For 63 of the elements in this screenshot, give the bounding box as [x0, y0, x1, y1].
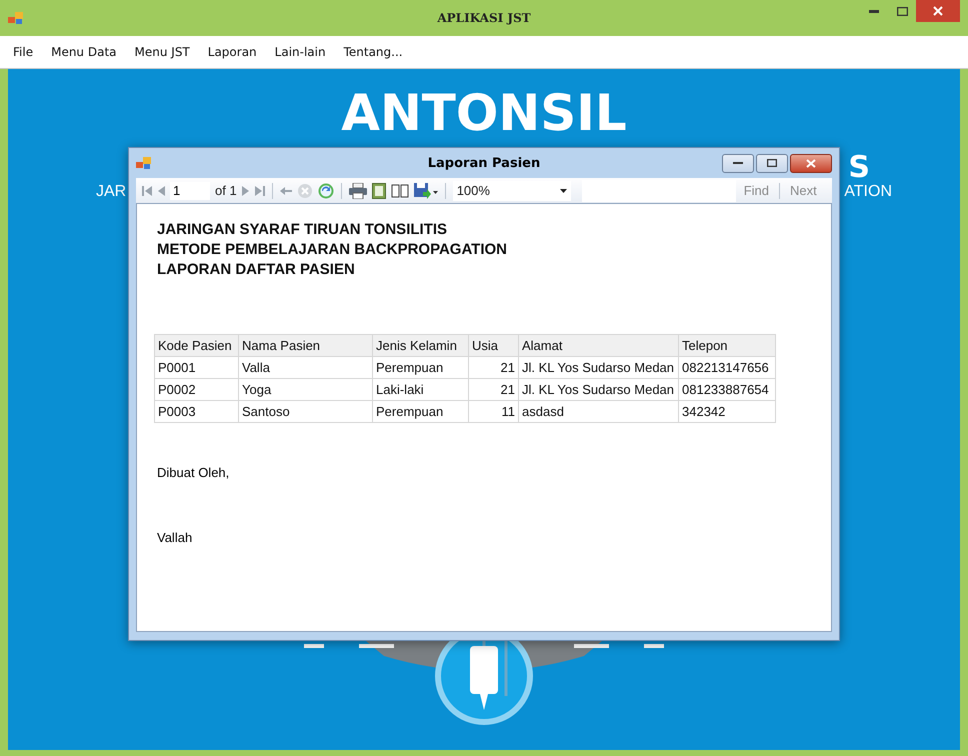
- table-cell: Perempuan: [372, 356, 468, 378]
- printer-icon[interactable]: [348, 182, 367, 198]
- column-header: Alamat: [518, 334, 678, 356]
- subtitle-text: S: [848, 153, 870, 183]
- signer-name: Vallah: [157, 530, 194, 545]
- minimize-button[interactable]: [722, 154, 754, 172]
- find-field[interactable]: [582, 180, 736, 202]
- column-header: Kode Pasien: [154, 334, 238, 356]
- minimize-icon: [733, 161, 743, 165]
- column-header: Nama Pasien: [238, 334, 372, 356]
- dialog-title: Laporan Pasien: [428, 156, 540, 170]
- refresh-icon[interactable]: [318, 182, 334, 198]
- table-cell: Jl. KL Yos Sudarso Medan: [518, 378, 678, 400]
- save-icon[interactable]: [414, 182, 438, 198]
- table-cell: Valla: [238, 356, 372, 378]
- page-number-field[interactable]: 1: [170, 182, 210, 200]
- menu-item[interactable]: File: [4, 45, 42, 59]
- table-cell: P0001: [154, 356, 238, 378]
- caret-icon: [560, 188, 567, 192]
- table-cell: 11: [468, 400, 518, 422]
- menu-item[interactable]: Menu Data: [42, 45, 126, 59]
- table-cell: 21: [468, 378, 518, 400]
- maximize-button[interactable]: [756, 154, 788, 172]
- table-cell: 342342: [678, 400, 776, 422]
- table-cell: 21: [468, 356, 518, 378]
- table-cell: 081233887654: [678, 378, 776, 400]
- close-button[interactable]: [916, 0, 960, 22]
- tagline-text: JAR: [96, 183, 126, 201]
- table-cell: asdasd: [518, 400, 678, 422]
- close-icon: [933, 6, 943, 16]
- minimize-icon: [869, 10, 879, 12]
- page-layout-icon[interactable]: [372, 182, 386, 198]
- close-icon: [806, 158, 816, 168]
- book-icon[interactable]: [390, 184, 409, 198]
- report-heading: JARINGAN SYARAF TIRUAN TONSILITIS: [157, 220, 448, 240]
- column-header: Jenis Kelamin: [372, 334, 468, 356]
- close-button[interactable]: [790, 154, 832, 172]
- app-icon: [8, 11, 24, 25]
- table-cell: 082213147656: [678, 356, 776, 378]
- zoom-dropdown[interactable]: 100%: [452, 180, 571, 200]
- table-cell: Laki-laki: [372, 378, 468, 400]
- report-heading: LAPORAN DAFTAR PASIEN: [157, 260, 356, 280]
- table-cell: P0002: [154, 378, 238, 400]
- footer-label: Dibuat Oleh,: [157, 465, 230, 480]
- table-cell: Jl. KL Yos Sudarso Medan: [518, 356, 678, 378]
- column-header: Usia: [468, 334, 518, 356]
- menu-item[interactable]: Laporan: [198, 45, 266, 59]
- table-cell: Santoso: [238, 400, 372, 422]
- maximize-icon: [896, 6, 908, 16]
- table-cell: P0003: [154, 400, 238, 422]
- menu-item[interactable]: Menu JST: [126, 45, 199, 59]
- menu-item[interactable]: Tentang...: [334, 45, 412, 59]
- table-cell: Perempuan: [372, 400, 468, 422]
- menu-item[interactable]: Lain-lain: [266, 45, 335, 59]
- app-icon: [136, 156, 152, 170]
- maximize-icon: [767, 159, 777, 167]
- report-heading: METODE PEMBELAJARAN BACKPROPAGATION: [157, 240, 508, 260]
- tagline-text: ATION: [844, 183, 892, 201]
- table-cell: Yoga: [238, 378, 372, 400]
- app-logo-title: ANTONSIL: [341, 83, 627, 143]
- window-title: APLIKASI JST: [437, 11, 531, 25]
- column-header: Telepon: [678, 334, 776, 356]
- page-count: of 1: [215, 183, 237, 198]
